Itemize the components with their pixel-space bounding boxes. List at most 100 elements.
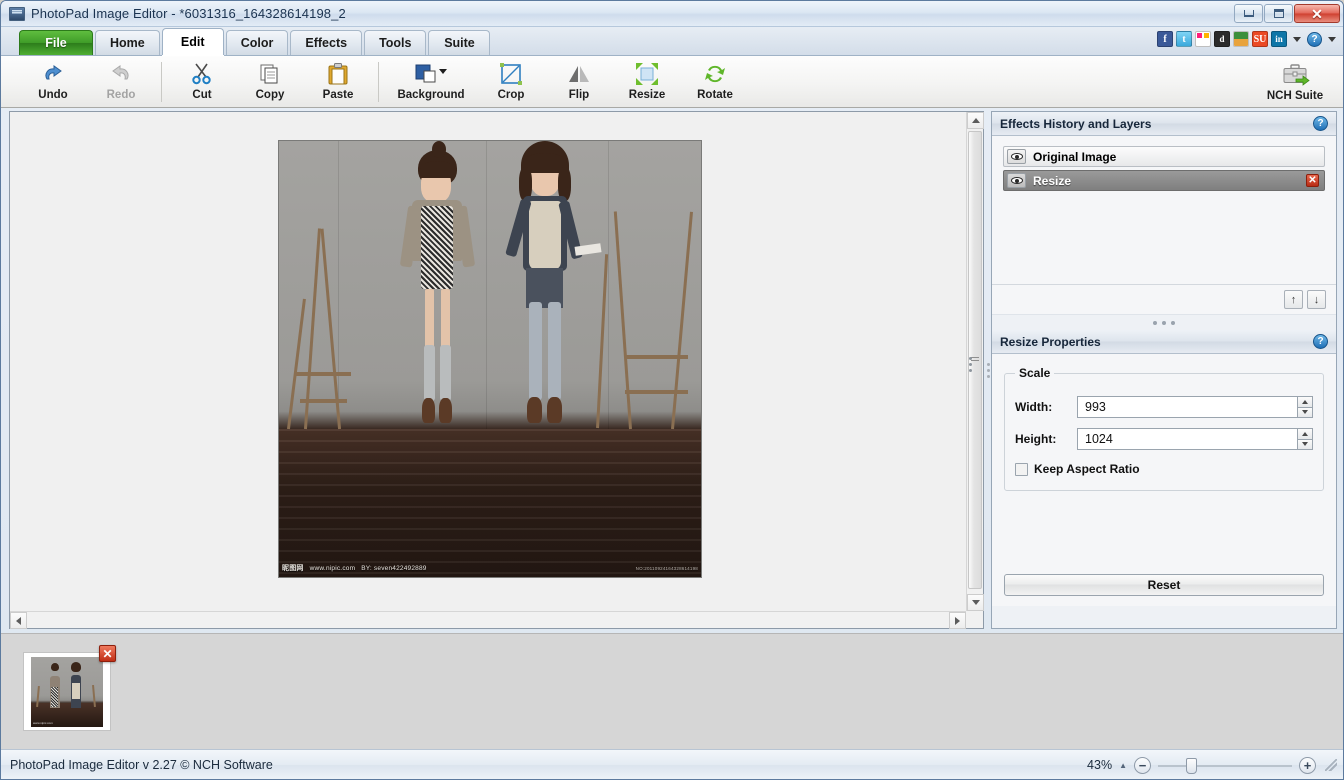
help-chevron-down-icon[interactable] [1328, 37, 1336, 42]
resize-properties-body: Scale Width: Height: [992, 354, 1336, 606]
ribbon-tab-bar: File Home Edit Color Effects Tools Suite… [1, 27, 1344, 56]
paste-button[interactable]: Paste [304, 57, 372, 107]
clipboard-icon [323, 62, 353, 86]
delete-layer-button[interactable]: ✕ [1306, 174, 1319, 187]
scroll-right-button[interactable] [949, 612, 966, 629]
scrollbar-corner [966, 611, 983, 628]
copy-button[interactable]: Copy [236, 57, 304, 107]
help-icon[interactable]: ? [1307, 32, 1322, 47]
zoom-slider[interactable] [1158, 757, 1292, 774]
tab-file[interactable]: File [19, 30, 93, 55]
cut-button[interactable]: Cut [168, 57, 236, 107]
properties-help-icon[interactable]: ? [1313, 334, 1328, 349]
redo-button[interactable]: Redo [87, 57, 155, 107]
width-decrement-button[interactable] [1297, 407, 1313, 419]
keep-aspect-ratio-row[interactable]: Keep Aspect Ratio [1015, 462, 1313, 476]
scale-group: Scale Width: Height: [1004, 366, 1324, 491]
facebook-icon[interactable]: f [1157, 31, 1173, 47]
google-icon[interactable] [1233, 31, 1249, 47]
minimize-button[interactable] [1234, 4, 1263, 23]
move-layer-down-button[interactable]: ↓ [1307, 290, 1326, 309]
tab-tools[interactable]: Tools [364, 30, 426, 55]
height-label: Height: [1015, 432, 1077, 446]
width-increment-button[interactable] [1297, 396, 1313, 407]
status-bar: PhotoPad Image Editor v 2.27 © NCH Softw… [1, 749, 1344, 780]
scroll-left-button[interactable] [10, 612, 27, 629]
height-increment-button[interactable] [1297, 428, 1313, 439]
properties-panel-title: Resize Properties [1000, 335, 1101, 349]
scroll-down-button[interactable] [967, 594, 984, 611]
move-layer-up-button[interactable]: ↑ [1284, 290, 1303, 309]
resize-label: Resize [629, 89, 665, 101]
image-canvas[interactable]: 昵图网 www.nipic.com BY: seven422492889 NO:… [278, 140, 702, 578]
chevron-up-icon [1302, 432, 1308, 436]
watermark-author: BY: seven422492889 [361, 565, 426, 572]
layer-label: Original Image [1033, 150, 1116, 164]
zoom-preset-caret-up-icon[interactable]: ▲ [1119, 761, 1127, 770]
linkedin-icon[interactable]: in [1271, 31, 1287, 47]
tab-color[interactable]: Color [226, 30, 289, 55]
twitter-icon[interactable]: t [1176, 31, 1192, 47]
width-stepper[interactable] [1297, 396, 1313, 418]
height-input[interactable] [1077, 428, 1297, 450]
rotate-button[interactable]: Rotate [681, 57, 749, 107]
dock-resize-grip[interactable] [985, 359, 991, 381]
canvas-panel-resize-grip[interactable] [969, 357, 972, 372]
layers-panel-header: Effects History and Layers ? [992, 112, 1336, 136]
tab-effects[interactable]: Effects [290, 30, 362, 55]
panel-splitter[interactable] [992, 314, 1336, 330]
scroll-up-button[interactable] [967, 112, 984, 129]
crop-button[interactable]: Crop [477, 57, 545, 107]
toolbar-divider-2 [378, 62, 379, 102]
background-button[interactable]: Background [385, 57, 477, 107]
visibility-toggle[interactable] [1007, 149, 1026, 164]
resize-icon [632, 62, 662, 86]
toolbar-divider [161, 62, 162, 102]
tab-edit[interactable]: Edit [162, 28, 224, 55]
layer-row-resize[interactable]: Resize ✕ [1003, 170, 1325, 191]
undo-button[interactable]: Undo [19, 57, 87, 107]
background-label: Background [397, 89, 464, 101]
rotate-label: Rotate [697, 89, 733, 101]
window-resize-grip-icon[interactable] [1325, 759, 1337, 771]
zoom-percent-label[interactable]: 43% [1080, 758, 1112, 772]
eye-icon [1011, 177, 1023, 184]
keep-aspect-ratio-checkbox[interactable] [1015, 463, 1028, 476]
rotate-icon [700, 62, 730, 86]
thumbnail-close-button[interactable]: ✕ [99, 645, 116, 662]
zoom-slider-thumb[interactable] [1186, 758, 1197, 774]
width-label: Width: [1015, 400, 1077, 414]
thumbnail-item[interactable]: www.nipic.com ✕ [23, 652, 111, 731]
layer-row-original-image[interactable]: Original Image [1003, 146, 1325, 167]
nch-suite-button[interactable]: NCH Suite [1253, 57, 1337, 107]
digg-icon[interactable]: d [1214, 31, 1230, 47]
maximize-button[interactable] [1264, 4, 1293, 23]
zoom-in-button[interactable]: + [1299, 757, 1316, 774]
close-button[interactable]: ✕ [1294, 4, 1340, 23]
width-field-row: Width: [1015, 396, 1313, 418]
height-decrement-button[interactable] [1297, 439, 1313, 451]
reset-button[interactable]: Reset [1004, 574, 1324, 596]
zoom-controls: 43% ▲ − + [1080, 757, 1337, 774]
flip-button[interactable]: Flip [545, 57, 613, 107]
status-text: PhotoPad Image Editor v 2.27 © NCH Softw… [10, 758, 273, 772]
layers-help-icon[interactable]: ? [1313, 116, 1328, 131]
canvas-viewport[interactable]: 昵图网 www.nipic.com BY: seven422492889 NO:… [10, 112, 966, 611]
resize-button[interactable]: Resize [613, 57, 681, 107]
chevron-down-icon [1302, 442, 1308, 446]
height-stepper[interactable] [1297, 428, 1313, 450]
thumbnail-image: www.nipic.com [31, 657, 103, 727]
keep-aspect-ratio-label: Keep Aspect Ratio [1034, 462, 1140, 476]
tab-suite[interactable]: Suite [428, 30, 490, 55]
canvas-horizontal-scrollbar[interactable] [10, 611, 966, 628]
layers-toolbar: ↑ ↓ [992, 284, 1336, 314]
layers-panel-title: Effects History and Layers [1000, 117, 1151, 131]
flickr-icon[interactable] [1195, 31, 1211, 47]
tab-home[interactable]: Home [95, 30, 160, 55]
visibility-toggle[interactable] [1007, 173, 1026, 188]
social-more-chevron-down-icon[interactable] [1293, 37, 1301, 42]
stumbleupon-icon[interactable]: SU [1252, 31, 1268, 47]
height-field-row: Height: [1015, 428, 1313, 450]
width-input[interactable] [1077, 396, 1297, 418]
zoom-out-button[interactable]: − [1134, 757, 1151, 774]
